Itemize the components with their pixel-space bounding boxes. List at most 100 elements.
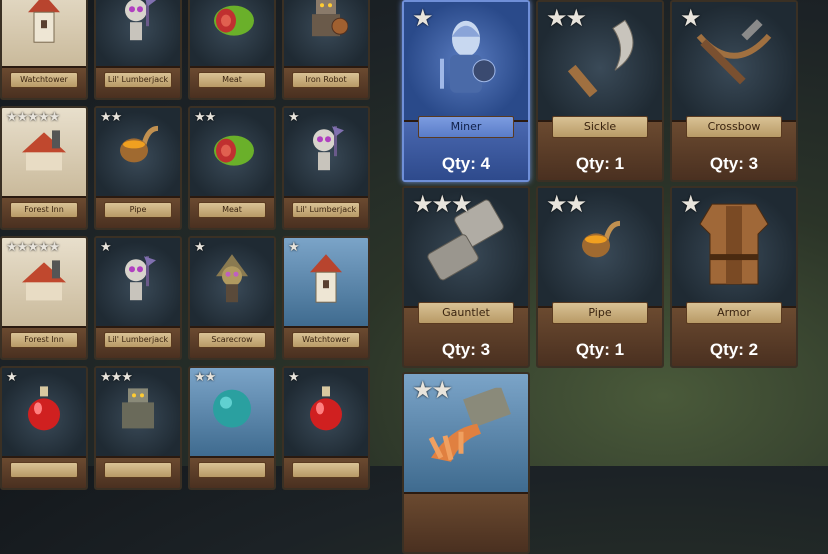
inventory-card[interactable]: ★★ Sickle Qty: 1 [536,0,664,182]
card-label-bar: Armor Qty: 2 [672,302,796,366]
card-name: Lil' Lumberjack [104,332,172,348]
card-label-bar: Crossbow Qty: 3 [672,116,796,180]
collection-card[interactable]: ★★ Pipe [94,106,182,230]
card-art [2,0,86,68]
collection-card[interactable]: ★ Watchtower [282,236,370,360]
card-label-bar [404,492,528,552]
skeleton-icon [118,0,158,48]
inventory-grid: ★ Miner Qty: 4 ★★ Sickle Qty: 1 ★ Crossbow Qty: … [398,0,798,554]
collection-card[interactable]: ★ Lil' Lumberjack [282,106,370,230]
star-rating: ★ [100,240,112,255]
card-label-bar: Forest Inn [2,196,86,228]
card-label-bar: Lil' Lumberjack [284,196,368,228]
star-rating: ★★★★★ [6,110,60,125]
star-rating: ★★★ [100,370,133,385]
card-name: Lil' Lumberjack [104,72,172,88]
collection-card[interactable]: ★★Meat [188,0,276,100]
star-rating: ★★ [194,110,216,125]
card-quantity: Qty: 2 [709,340,759,359]
inventory-card[interactable]: ★ Crossbow Qty: 3 [670,0,798,182]
armor-icon [692,194,776,292]
potion-icon [306,384,346,436]
card-name [292,462,360,478]
potion-icon [24,384,64,436]
star-rating: ★★★ [412,190,473,218]
card-quantity: Qty: 3 [709,154,759,173]
star-rating: ★★ [412,376,453,404]
card-name: Scarecrow [198,332,266,348]
collection-card[interactable]: ★ Lil' Lumberjack [94,236,182,360]
card-quantity: Qty: 1 [575,154,625,173]
card-label-bar: Lil' Lumberjack [96,66,180,98]
card-quantity: Qty: 1 [575,340,625,359]
meat-icon [208,0,256,45]
collection-grid: ★Watchtower★Lil' Lumberjack★★Meat★★★Iron… [0,0,372,490]
inventory-card[interactable]: ★ Miner Qty: 4 [402,0,530,182]
card-label-bar: Pipe [96,196,180,228]
tower-icon [306,252,346,308]
card-label-bar [2,456,86,488]
inn-icon [20,254,68,306]
star-rating: ★ [680,190,701,218]
inventory-card[interactable]: ★★ Pipe Qty: 1 [536,186,664,368]
card-label-bar: Meat [190,196,274,228]
card-name [10,462,78,478]
star-rating: ★★ [546,4,587,32]
star-rating: ★ [288,240,300,255]
card-art [96,0,180,68]
card-name: Iron Robot [292,72,360,88]
orb-icon [210,387,254,435]
card-label-bar: Pipe Qty: 1 [538,302,662,366]
card-name: Armor [686,302,782,324]
card-art [190,0,274,68]
collection-card[interactable]: ★Watchtower [0,0,88,100]
card-label-bar: Iron Robot [284,66,368,98]
collection-card[interactable]: ★ [282,366,370,490]
card-name: Crossbow [686,116,782,138]
star-rating: ★ [288,110,300,125]
card-name: Lil' Lumberjack [292,202,360,218]
star-rating: ★ [288,370,300,385]
card-name: Watchtower [292,332,360,348]
miner-icon [434,15,498,101]
star-rating: ★ [6,370,18,385]
card-name [104,462,172,478]
card-quantity: Qty: 3 [441,340,491,359]
collection-card[interactable]: ★Lil' Lumberjack [94,0,182,100]
star-rating: ★★ [546,190,587,218]
inventory-card[interactable]: ★ Armor Qty: 2 [670,186,798,368]
card-name: Forest Inn [10,202,78,218]
star-rating: ★★★★★ [6,240,60,255]
card-label-bar: Scarecrow [190,326,274,358]
card-label-bar [284,456,368,488]
card-quantity: Qty: 4 [441,154,491,173]
card-label-bar: Gauntlet Qty: 3 [404,302,528,366]
collection-card[interactable]: ★★ [188,366,276,490]
inventory-card[interactable]: ★★ [402,372,530,554]
meat-icon [208,127,256,175]
skeleton-icon [118,252,158,308]
card-name: Pipe [104,202,172,218]
collection-card[interactable]: ★ [0,366,88,490]
collection-card[interactable]: ★ Scarecrow [188,236,276,360]
card-label-bar: Forest Inn [2,326,86,358]
inventory-card[interactable]: ★★★ Gauntlet Qty: 3 [402,186,530,368]
card-name: Pipe [552,302,648,324]
card-label-bar: Watchtower [284,326,368,358]
card-label-bar: Meat [190,66,274,98]
crossbow-icon [689,16,779,100]
card-name: Forest Inn [10,332,78,348]
pipe-icon [576,219,624,271]
star-rating: ★ [680,4,701,32]
collection-card[interactable]: ★★★ [94,366,182,490]
collection-card[interactable]: ★★ Meat [188,106,276,230]
card-label-bar: Lil' Lumberjack [96,326,180,358]
card-name [198,462,266,478]
collection-card[interactable]: ★★★★★ Forest Inn [0,236,88,360]
star-rating: ★★ [194,370,216,385]
card-art [284,0,368,68]
card-name: Gauntlet [418,302,514,324]
collection-card[interactable]: ★★★★★ Forest Inn [0,106,88,230]
card-name: Meat [198,72,266,88]
collection-card[interactable]: ★★★Iron Robot [282,0,370,100]
